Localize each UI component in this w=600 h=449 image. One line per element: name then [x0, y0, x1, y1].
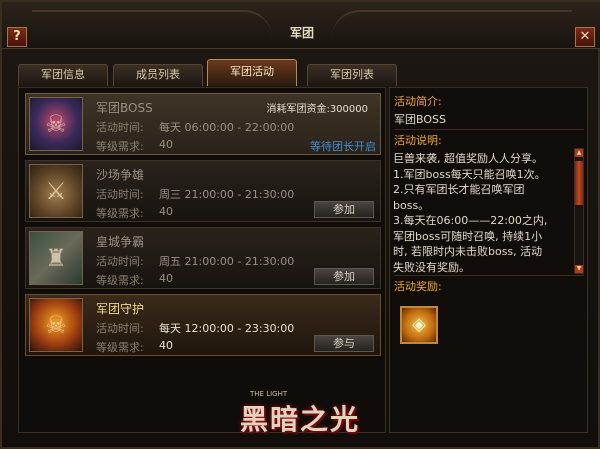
activity-status: 等待团长开启: [310, 140, 376, 153]
boss-icon: ☠: [29, 97, 83, 151]
treasure-chest-icon[interactable]: ◈: [400, 306, 438, 344]
activity-card-battlefield[interactable]: ⚔ 沙场争雄 活动时间: 周三 21:00:00 - 21:30:00 等级需求…: [25, 160, 381, 222]
level-label: 等级需求:: [96, 274, 144, 287]
divider: [394, 129, 584, 130]
title-bar: 军团: [2, 2, 600, 49]
participate-button[interactable]: 参与: [314, 335, 374, 352]
scroll-thumb[interactable]: [575, 161, 583, 205]
activity-name: 军团BOSS: [96, 101, 153, 115]
intro-title: 活动简介:: [394, 95, 442, 108]
time-label: 活动时间:: [96, 322, 144, 335]
desc-line: 巨兽来袭, 超值奖励人人分享。: [393, 152, 543, 165]
activity-name: 皇城争霸: [96, 235, 145, 249]
time-label: 活动时间:: [96, 188, 144, 201]
activity-level: 40: [159, 138, 173, 151]
close-button[interactable]: ✕: [575, 27, 595, 47]
activity-card-castle-war[interactable]: ♜ 皇城争霸 活动时间: 周五 21:00:00 - 21:30:00 等级需求…: [25, 227, 381, 289]
desc-line: 1.军团boss每天只能召唤1次。: [393, 167, 546, 181]
game-logo: THE LIGHT 黑暗之光: [220, 388, 380, 440]
skull-icon: ☠: [29, 298, 83, 352]
desc-line: 时, 若限时内未击败boss, 活动: [393, 245, 543, 258]
activity-level: 40: [159, 272, 173, 285]
level-label: 等级需求:: [96, 341, 144, 354]
desc-scrollbar[interactable]: ▲ ▼: [574, 148, 584, 274]
scroll-up-icon[interactable]: ▲: [575, 149, 583, 157]
scroll-down-icon[interactable]: ▼: [575, 265, 583, 273]
guild-window: 军团 ? ✕ 军团信息 成员列表 军团活动 军团列表 ☠ 军团BOSS 消耗军团…: [0, 0, 600, 449]
time-label: 活动时间:: [96, 121, 144, 134]
tab-guild-list[interactable]: 军团列表: [307, 64, 397, 86]
desc-line: boss。: [393, 198, 430, 212]
intro-text: 军团BOSS: [394, 113, 446, 126]
join-button[interactable]: 参加: [314, 268, 374, 285]
battlefield-icon: ⚔: [29, 164, 83, 218]
activity-time: 周三 21:00:00 - 21:30:00: [159, 188, 295, 201]
tab-guild-activities[interactable]: 军团活动: [207, 59, 297, 86]
activity-card-guild-guard[interactable]: ☠ 军团守护 活动时间: 每天 12:00:00 - 23:30:00 等级需求…: [25, 294, 381, 356]
activity-card-guild-boss[interactable]: ☠ 军团BOSS 消耗军团资金:300000 活动时间: 每天 06:00:00…: [25, 93, 381, 155]
desc-line: 失败没有奖励。: [393, 260, 470, 274]
activity-info-panel: 活动简介: 军团BOSS 活动说明: 巨兽来袭, 超值奖励人人分享。 1.军团b…: [389, 87, 588, 433]
activity-time: 每天 06:00:00 - 22:00:00: [159, 121, 295, 134]
castle-icon: ♜: [29, 231, 83, 285]
activity-time: 周五 21:00:00 - 21:30:00: [159, 255, 295, 268]
help-button[interactable]: ?: [7, 27, 27, 47]
activity-name: 军团守护: [96, 302, 145, 316]
reward-title: 活动奖励:: [394, 280, 442, 293]
desc-title: 活动说明:: [394, 134, 442, 147]
activity-cost: 消耗军团资金:300000: [266, 104, 368, 115]
activity-time: 每天 12:00:00 - 23:30:00: [159, 322, 295, 335]
activity-name: 沙场争雄: [96, 168, 145, 182]
desc-line: 2.只有军团长才能召唤军团: [393, 183, 525, 196]
activity-list: ☠ 军团BOSS 消耗军团资金:300000 活动时间: 每天 06:00:00…: [18, 87, 386, 433]
desc-text: 巨兽来袭, 超值奖励人人分享。 1.军团boss每天只能召唤1次。 2.只有军团…: [393, 151, 571, 274]
desc-line: 3.每天在06:00——22:00之内,: [393, 214, 548, 227]
tab-guild-info[interactable]: 军团信息: [18, 64, 108, 86]
activity-level: 40: [159, 205, 173, 218]
logo-subtitle: THE LIGHT: [250, 390, 288, 398]
join-button[interactable]: 参加: [314, 201, 374, 218]
desc-line: 军团boss可随时召唤, 持续1小: [393, 229, 543, 243]
window-title: 军团: [289, 26, 314, 40]
level-label: 等级需求:: [96, 207, 144, 220]
logo-text: 黑暗之光: [239, 403, 360, 436]
tab-member-list[interactable]: 成员列表: [113, 64, 203, 86]
level-label: 等级需求:: [96, 140, 144, 153]
time-label: 活动时间:: [96, 255, 144, 268]
activity-level: 40: [159, 339, 173, 352]
divider: [394, 275, 584, 276]
